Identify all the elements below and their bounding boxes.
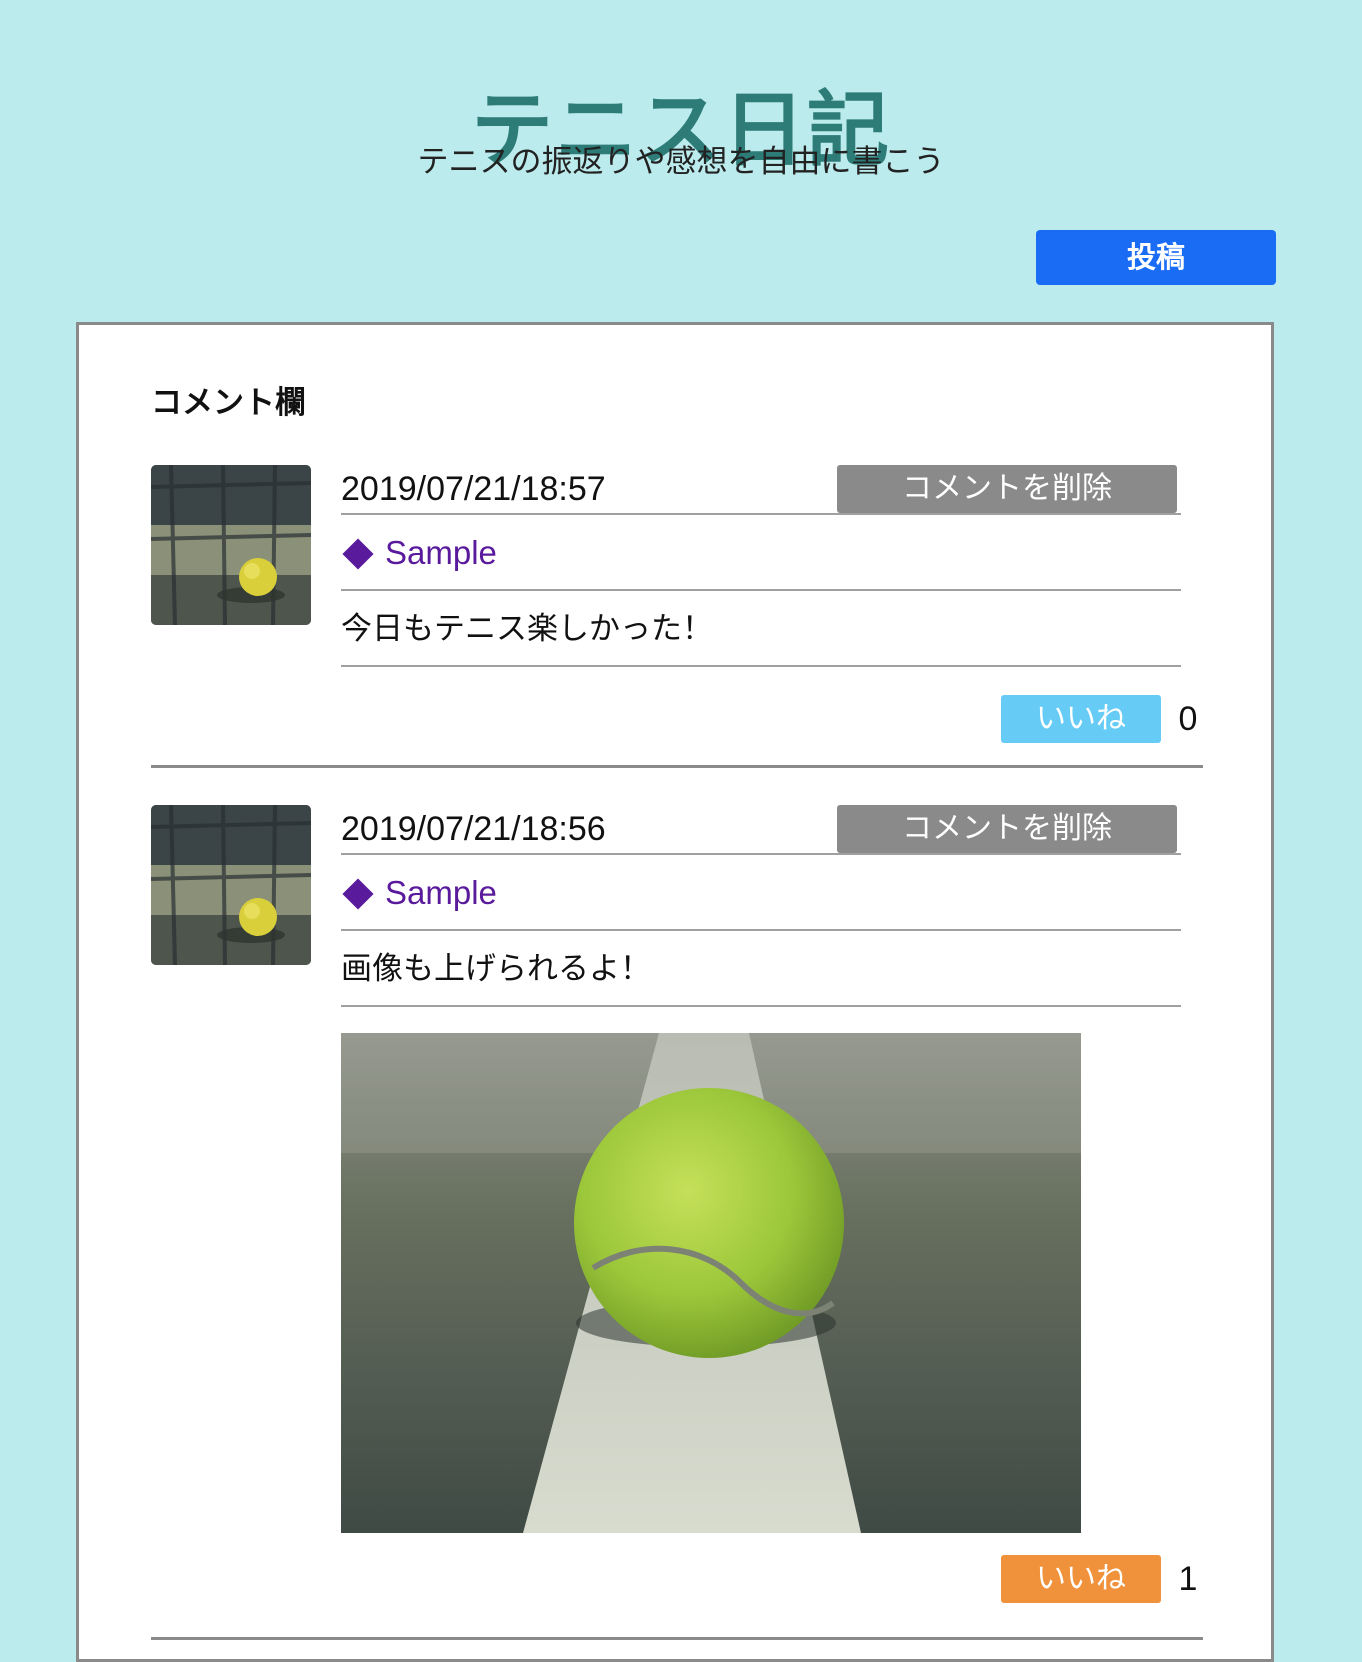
comment-divider: [151, 1637, 1203, 1640]
avatar-tennis-ball-image: [151, 805, 311, 965]
like-button[interactable]: いいね: [1001, 695, 1161, 743]
comment-text: 今日もテニス楽しかった！: [341, 611, 713, 647]
comment-item: 2019/07/21/18:56 コメントを削除 Sample 画像も上げられる…: [151, 805, 1203, 1641]
like-count: 1: [1178, 1560, 1198, 1598]
user-name: Sample: [385, 874, 497, 911]
comment-user-row: Sample: [341, 855, 1181, 931]
panel-heading: コメント欄: [151, 385, 306, 421]
avatar: [151, 805, 311, 965]
comment-body: 2019/07/21/18:56 コメントを削除 Sample 画像も上げられる…: [341, 805, 1181, 1533]
comment-header-row: 2019/07/21/18:56 コメントを削除: [341, 805, 1181, 855]
like-count: 0: [1178, 700, 1198, 738]
delete-comment-button[interactable]: コメントを削除: [837, 805, 1177, 853]
like-area: いいね 0: [973, 695, 1203, 745]
delete-comment-button[interactable]: コメントを削除: [837, 465, 1177, 513]
diamond-icon: [342, 878, 374, 910]
like-button[interactable]: いいね: [1001, 1555, 1161, 1603]
site-subtitle: テニスの振返りや感想を自由に書こう: [417, 144, 945, 180]
avatar: [151, 465, 311, 625]
post-button[interactable]: 投稿: [1036, 230, 1276, 285]
comment-header-row: 2019/07/21/18:57 コメントを削除: [341, 465, 1181, 515]
comment-panel: コメント欄 2019/07/21/18:57 コメントを削除 Sample 今日…: [76, 322, 1274, 1662]
comment-user-row: Sample: [341, 515, 1181, 591]
comment-item: 2019/07/21/18:57 コメントを削除 Sample 今日もテニス楽し…: [151, 465, 1203, 769]
comment-text-row: 画像も上げられるよ！: [341, 931, 1181, 1007]
user-link[interactable]: Sample: [341, 533, 497, 573]
diamond-icon: [342, 538, 374, 570]
tennis-ball-on-court-line-image: [341, 1033, 1081, 1533]
comment-divider: [151, 765, 1203, 768]
avatar-tennis-ball-image: [151, 465, 311, 625]
user-link[interactable]: Sample: [341, 873, 497, 913]
comment-timestamp: 2019/07/21/18:57: [341, 470, 606, 508]
comment-text: 画像も上げられるよ！: [341, 951, 651, 987]
comment-body: 2019/07/21/18:57 コメントを削除 Sample 今日もテニス楽し…: [341, 465, 1181, 667]
attached-photo: [341, 1033, 1081, 1533]
like-area: いいね 1: [973, 1555, 1203, 1605]
user-name: Sample: [385, 534, 497, 571]
comment-timestamp: 2019/07/21/18:56: [341, 810, 606, 848]
comment-text-row: 今日もテニス楽しかった！: [341, 591, 1181, 667]
